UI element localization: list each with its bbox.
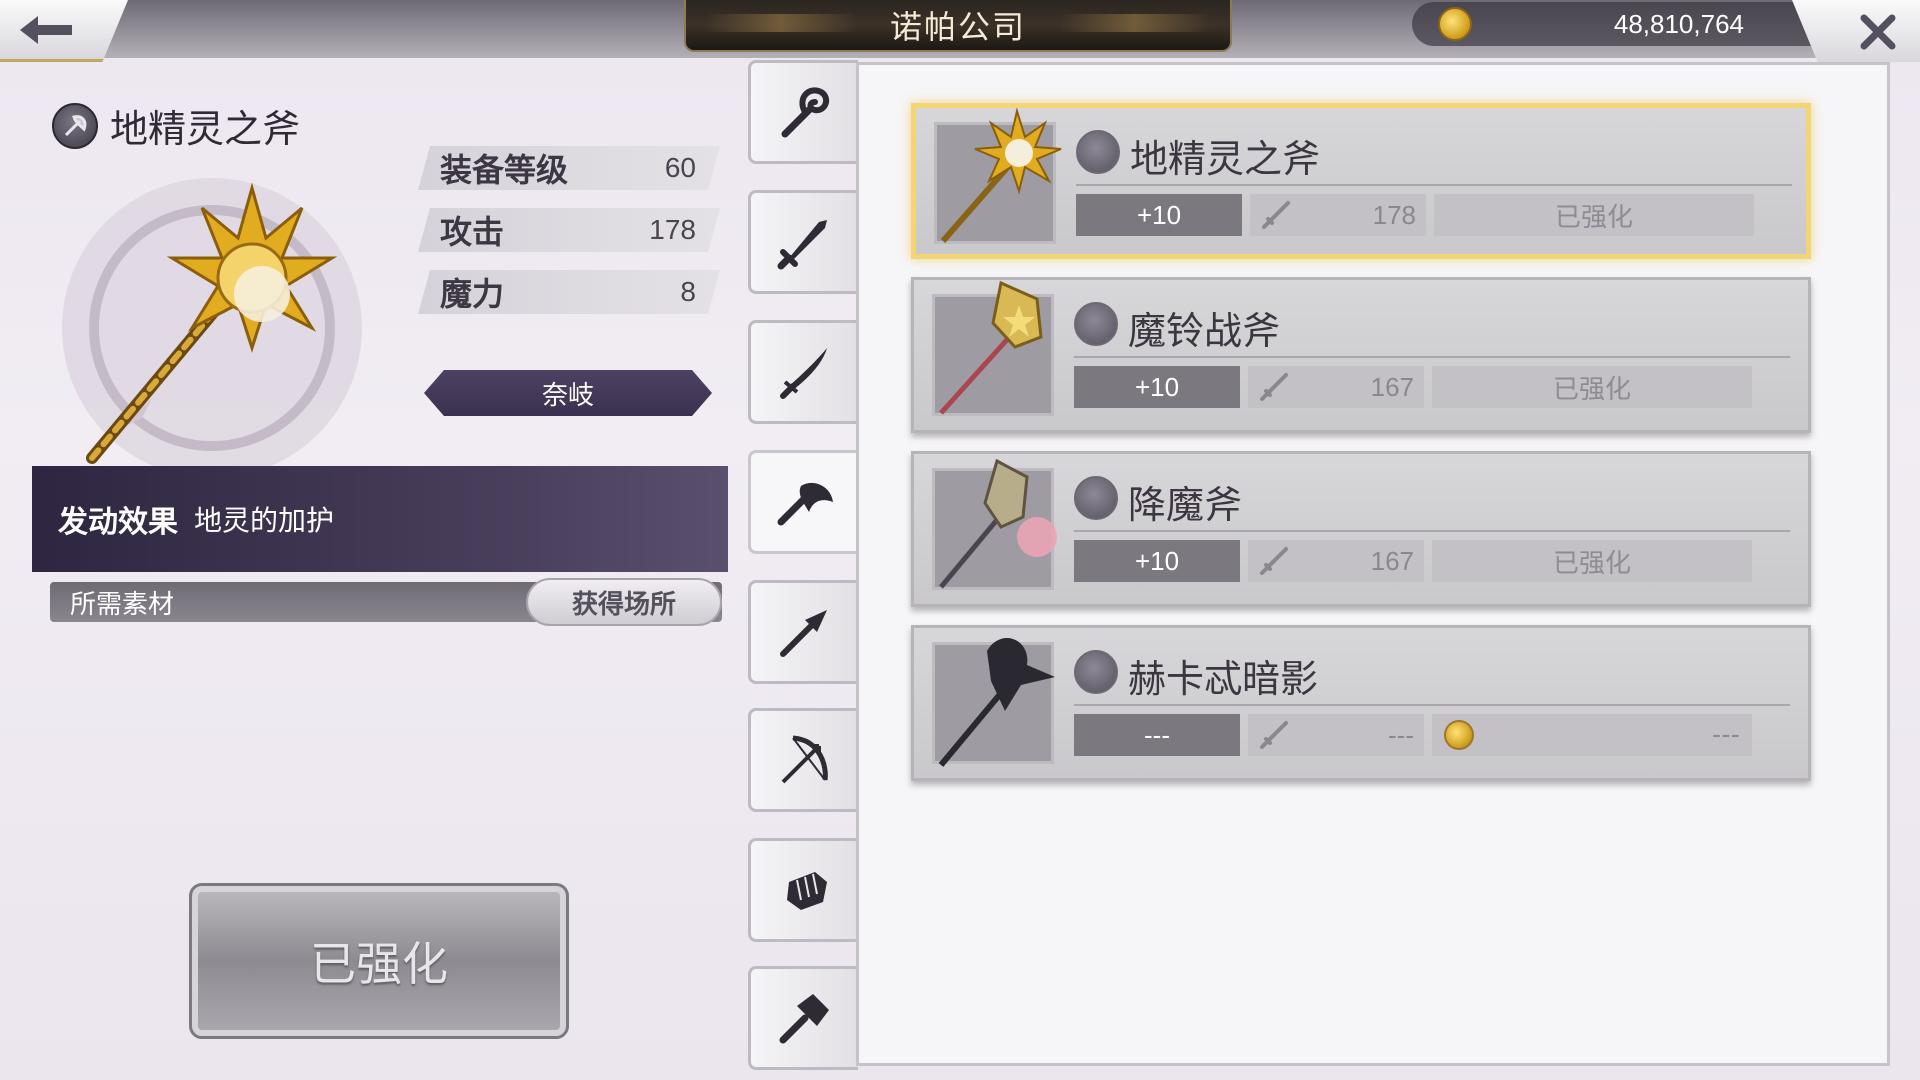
character-name: 奈岐 <box>541 380 594 411</box>
sword-stat-icon <box>1262 201 1290 229</box>
gold-coin-icon <box>1444 720 1474 750</box>
axe-type-icon <box>1076 130 1120 174</box>
fist-icon <box>786 872 827 910</box>
weapon-list-panel: 地精灵之斧 +10 178 已强化 魔铃战斧 +10 167 已强化 降魔斧 +… <box>856 62 1890 1066</box>
weapon-detail-panel: 地精灵之斧 装备等级 60 攻击 178 魔力 8 奈岐 发动效果 地灵的加护 … <box>0 60 740 1080</box>
tab-sword[interactable] <box>748 190 858 294</box>
enhance-status: 已强化 <box>1432 366 1752 408</box>
axe-type-icon <box>52 102 98 149</box>
enhance-level: +10 <box>1074 540 1240 582</box>
weapon-thumbnail <box>934 107 1062 244</box>
stat-row-magic: 魔力 8 <box>418 270 720 314</box>
enhanced-button[interactable]: 已强化 <box>189 883 569 1039</box>
tab-axe[interactable] <box>748 450 862 554</box>
axe-type-icon <box>1074 476 1118 520</box>
stat-value: 178 <box>649 214 696 245</box>
stat-value: 60 <box>664 152 696 183</box>
card-divider <box>1074 530 1790 532</box>
enhance-cost-value: --- <box>1711 720 1740 750</box>
axe-icon <box>777 482 833 526</box>
weapon-thumbnail <box>932 458 1057 590</box>
stat-row-attack: 攻击 178 <box>418 208 720 252</box>
weapon-card-name: 赫卡忒暗影 <box>1128 657 1319 701</box>
sword-stat-icon <box>1260 373 1288 401</box>
weapon-card-name: 魔铃战斧 <box>1128 309 1281 353</box>
bow-icon <box>781 735 828 784</box>
weapon-card-name: 地精灵之斧 <box>1130 137 1321 181</box>
enhance-level: +10 <box>1074 366 1240 408</box>
materials-bar: 所需素材 获得场所 <box>50 578 722 626</box>
weapon-title: 地精灵之斧 <box>52 98 300 153</box>
staff-icon <box>781 87 829 138</box>
sword-stat-icon <box>1260 547 1288 575</box>
weapon-thumbnail <box>932 280 1054 416</box>
tab-bow[interactable] <box>748 708 858 812</box>
enhance-cost: --- <box>1432 714 1752 756</box>
sword-icon <box>777 220 827 270</box>
stat-label: 魔力 <box>440 275 505 313</box>
weapon-name: 地精灵之斧 <box>110 107 301 151</box>
tab-katana[interactable] <box>748 320 858 424</box>
weapon-card[interactable]: 降魔斧 +10 167 已强化 <box>911 451 1811 607</box>
attack-value: 167 <box>1370 545 1414 576</box>
stat-label: 装备等级 <box>440 151 569 189</box>
effect-label: 发动效果 <box>58 505 178 540</box>
title-ornament-right <box>1060 14 1210 32</box>
weapon-card[interactable]: 魔铃战斧 +10 167 已强化 <box>911 277 1811 433</box>
effect-value: 地灵的加护 <box>194 504 335 537</box>
materials-label: 所需素材 <box>70 589 175 620</box>
weapon-card[interactable]: 赫卡忒暗影 --- --- --- <box>911 625 1811 781</box>
title-ornament-left <box>706 14 856 32</box>
enhance-status: 已强化 <box>1432 540 1752 582</box>
stat-row-level: 装备等级 60 <box>418 146 720 190</box>
attack-stat: 178 <box>1250 194 1426 236</box>
weapon-card-name: 降魔斧 <box>1128 483 1243 527</box>
shop-title-plate: 诺帕公司 <box>684 0 1232 52</box>
enhance-level: --- <box>1074 714 1240 756</box>
weapon-thumbnail <box>932 638 1055 767</box>
attack-value: 178 <box>1372 199 1416 230</box>
gold-display: 48,810,764 <box>1412 2 1824 46</box>
page-title: 诺帕公司 <box>889 8 1026 46</box>
card-divider <box>1076 184 1792 186</box>
attack-stat: --- <box>1248 714 1424 756</box>
attack-value: 167 <box>1370 371 1414 402</box>
axe-type-icon <box>1074 302 1118 346</box>
stat-value: 8 <box>680 276 696 307</box>
enhanced-button-label: 已强化 <box>310 937 448 991</box>
stat-label: 攻击 <box>440 213 505 251</box>
card-divider <box>1074 704 1790 706</box>
axe-type-icon <box>1074 650 1118 694</box>
gold-coin-icon <box>1438 7 1472 41</box>
character-badge: 奈岐 <box>424 370 712 416</box>
enhance-level: +10 <box>1076 194 1242 236</box>
card-divider <box>1074 356 1790 358</box>
katana-icon <box>779 348 827 399</box>
attack-value: --- <box>1388 719 1414 750</box>
activation-effect-bar: 发动效果 地灵的加护 <box>32 466 728 572</box>
tab-spear[interactable] <box>748 580 858 684</box>
weapon-illustration <box>52 178 372 478</box>
tab-hammer[interactable] <box>748 966 858 1070</box>
acquire-location-button[interactable]: 获得场所 <box>526 578 722 626</box>
sword-stat-icon <box>1260 721 1288 749</box>
gold-amount: 48,810,764 <box>1613 8 1744 39</box>
attack-stat: 167 <box>1248 540 1424 582</box>
acquire-location-label: 获得场所 <box>571 589 676 620</box>
tab-staff[interactable] <box>748 60 858 164</box>
close-icon <box>1860 14 1896 50</box>
spear-icon <box>779 610 827 657</box>
back-arrow-icon <box>20 16 72 44</box>
weapon-card[interactable]: 地精灵之斧 +10 178 已强化 <box>911 103 1811 259</box>
hammer-icon <box>779 994 829 1044</box>
enhance-status: 已强化 <box>1434 194 1754 236</box>
tab-fist[interactable] <box>748 838 858 942</box>
attack-stat: 167 <box>1248 366 1424 408</box>
